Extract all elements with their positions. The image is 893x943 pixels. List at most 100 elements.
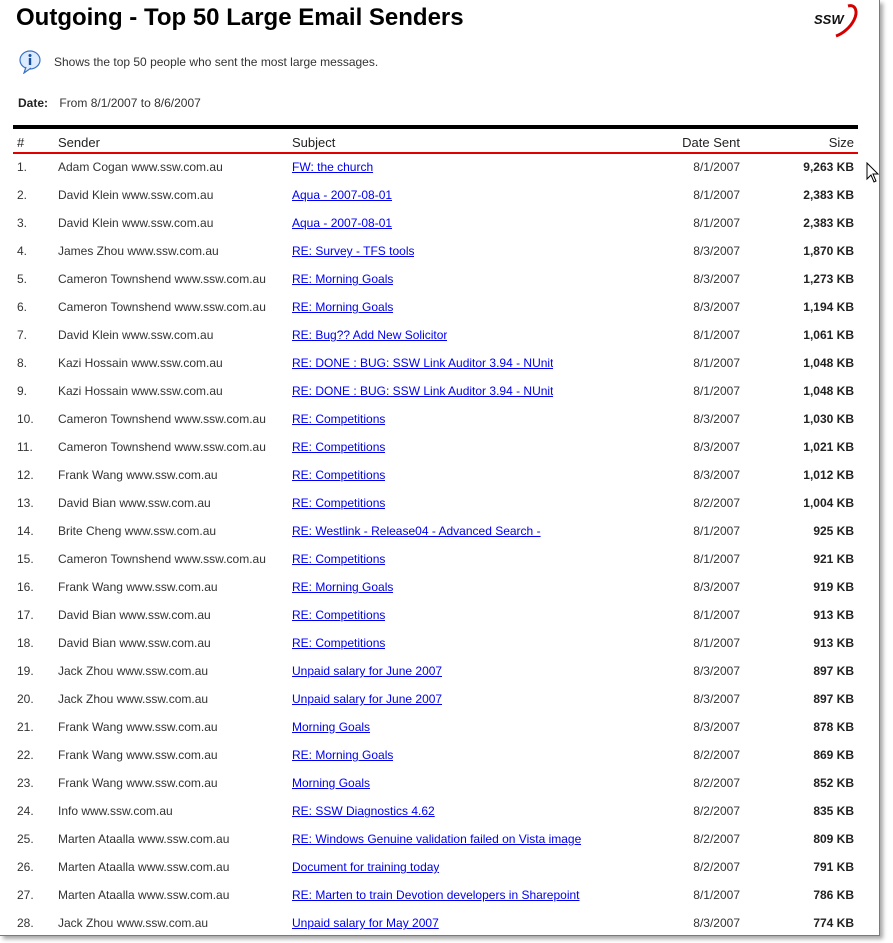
row-subject-link[interactable]: RE: Competitions [292, 412, 385, 429]
row-num: 1. [17, 160, 28, 174]
row-size: 2,383 KB [803, 216, 854, 230]
table-row: 17. David Bian www.ssw.com.au RE: Competit… [13, 602, 858, 630]
header-num: # [17, 135, 25, 150]
table-row: 10. Cameron Townshend www.ssw.com.au RE: C… [13, 406, 858, 434]
row-date-sent: 8/3/2007 [693, 664, 740, 678]
row-num: 5. [17, 272, 28, 286]
row-sender: David Klein www.ssw.com.au [58, 328, 214, 342]
row-size: 925 KB [813, 524, 854, 538]
table-row: 6. Cameron Townshend www.ssw.com.au RE: Mo… [13, 294, 858, 322]
table-row: 13. David Bian www.ssw.com.au RE: Competit… [13, 490, 858, 518]
table-row: 16. Frank Wang www.ssw.com.au RE: Morning … [13, 574, 858, 602]
row-subject-link[interactable]: RE: Competitions [292, 608, 385, 625]
row-subject-link[interactable]: Unpaid salary for May 2007 [292, 916, 439, 933]
row-date-sent: 8/2/2007 [693, 496, 740, 510]
row-date-sent: 8/3/2007 [693, 580, 740, 594]
row-num: 12. [17, 468, 34, 482]
senders-table: # Sender Subject Date Sent Size 1. Adam C… [13, 125, 858, 935]
table-row: 7. David Klein www.ssw.com.au RE: Bug?? Ad… [13, 322, 858, 350]
row-size: 1,048 KB [803, 356, 854, 370]
row-date-sent: 8/2/2007 [693, 804, 740, 818]
row-subject-link[interactable]: RE: Survey - TFS tools [292, 244, 414, 261]
row-date-sent: 8/1/2007 [693, 188, 740, 202]
table-row: 5. Cameron Townshend www.ssw.com.au RE: Mo… [13, 266, 858, 294]
row-subject-link[interactable]: RE: Competitions [292, 496, 385, 513]
row-subject-link[interactable]: RE: SSW Diagnostics 4.62 [292, 804, 435, 821]
row-num: 2. [17, 188, 28, 202]
row-date-sent: 8/3/2007 [693, 412, 740, 426]
row-subject-link[interactable]: RE: Competitions [292, 636, 385, 653]
row-date-sent: 8/3/2007 [693, 244, 740, 258]
row-subject-link[interactable]: RE: Marten to train Devotion developers … [292, 888, 580, 905]
row-sender: Frank Wang www.ssw.com.au [58, 580, 218, 594]
row-subject-link[interactable]: RE: DONE : BUG: SSW Link Auditor 3.94 - … [292, 384, 553, 401]
row-subject-link[interactable]: RE: Morning Goals [292, 580, 393, 597]
page-title: Outgoing - Top 50 Large Email Senders [16, 4, 464, 31]
table-body: 1. Adam Cogan www.ssw.com.au FW: the churc… [13, 154, 858, 935]
row-size: 913 KB [813, 636, 854, 650]
row-subject-link[interactable]: Document for training today [292, 860, 439, 877]
row-date-sent: 8/3/2007 [693, 300, 740, 314]
row-size: 1,004 KB [803, 496, 854, 510]
row-sender: James Zhou www.ssw.com.au [58, 244, 219, 258]
row-date-sent: 8/3/2007 [693, 916, 740, 930]
row-sender: Kazi Hossain www.ssw.com.au [58, 356, 223, 370]
ssw-logo: SSW [814, 4, 858, 38]
row-sender: Frank Wang www.ssw.com.au [58, 468, 218, 482]
row-num: 14. [17, 524, 34, 538]
row-num: 3. [17, 216, 28, 230]
row-sender: David Bian www.ssw.com.au [58, 608, 211, 622]
row-num: 7. [17, 328, 28, 342]
row-subject-link[interactable]: FW: the church [292, 160, 373, 177]
row-date-sent: 8/3/2007 [693, 720, 740, 734]
row-num: 13. [17, 496, 34, 510]
row-subject-link[interactable]: Aqua - 2007-08-01 [292, 188, 392, 205]
row-sender: Brite Cheng www.ssw.com.au [58, 524, 217, 538]
row-subject-link[interactable]: Morning Goals [292, 776, 370, 793]
row-num: 27. [17, 888, 34, 902]
row-subject-link[interactable]: RE: Competitions [292, 440, 385, 457]
table-row: 28. Jack Zhou www.ssw.com.au Unpaid salary… [13, 910, 858, 935]
row-num: 10. [17, 412, 34, 426]
row-subject-link[interactable]: RE: Windows Genuine validation failed on… [292, 832, 581, 849]
row-date-sent: 8/1/2007 [693, 160, 740, 174]
row-subject-link[interactable]: RE: Morning Goals [292, 272, 393, 289]
row-size: 1,061 KB [803, 328, 854, 342]
header-sender: Sender [58, 135, 100, 150]
row-date-sent: 8/2/2007 [693, 748, 740, 762]
row-subject-link[interactable]: RE: Competitions [292, 552, 385, 569]
row-subject-link[interactable]: Unpaid salary for June 2007 [292, 692, 442, 709]
table-row: 9. Kazi Hossain www.ssw.com.au RE: DONE : … [13, 378, 858, 406]
row-subject-link[interactable]: RE: Bug?? Add New Solicitor [292, 328, 447, 345]
row-subject-link[interactable]: RE: Morning Goals [292, 748, 393, 765]
row-subject-link[interactable]: RE: Westlink - Release04 - Advanced Sear… [292, 524, 541, 541]
row-date-sent: 8/2/2007 [693, 860, 740, 874]
row-size: 1,273 KB [803, 272, 854, 286]
row-subject-link[interactable]: Morning Goals [292, 720, 370, 737]
info-icon [19, 50, 41, 74]
table-row: 23. Frank Wang www.ssw.com.au Morning Goal… [13, 770, 858, 798]
mouse-cursor-icon [866, 162, 880, 183]
row-num: 22. [17, 748, 34, 762]
row-subject-link[interactable]: Aqua - 2007-08-01 [292, 216, 392, 233]
row-sender: Jack Zhou www.ssw.com.au [58, 916, 209, 930]
row-num: 16. [17, 580, 34, 594]
table-row: 14. Brite Cheng www.ssw.com.au RE: Westlin… [13, 518, 858, 546]
row-date-sent: 8/3/2007 [693, 272, 740, 286]
table-row: 18. David Bian www.ssw.com.au RE: Competit… [13, 630, 858, 658]
row-subject-link[interactable]: RE: Competitions [292, 468, 385, 485]
row-date-sent: 8/1/2007 [693, 328, 740, 342]
table-row: 25. Marten Ataalla www.ssw.com.au RE: Wind… [13, 826, 858, 854]
row-date-sent: 8/1/2007 [693, 356, 740, 370]
header-subject: Subject [292, 135, 336, 150]
row-subject-link[interactable]: RE: Morning Goals [292, 300, 393, 317]
row-size: 786 KB [813, 888, 854, 902]
row-subject-link[interactable]: RE: DONE : BUG: SSW Link Auditor 3.94 - … [292, 356, 553, 373]
row-size: 9,263 KB [803, 160, 854, 174]
table-row: 1. Adam Cogan www.ssw.com.au FW: the churc… [13, 154, 858, 182]
date-range-value: From 8/1/2007 to 8/6/2007 [59, 96, 201, 110]
row-sender: David Klein www.ssw.com.au [58, 216, 214, 230]
row-subject-link[interactable]: Unpaid salary for June 2007 [292, 664, 442, 681]
row-size: 809 KB [813, 832, 854, 846]
row-sender: Cameron Townshend www.ssw.com.au [58, 300, 266, 314]
